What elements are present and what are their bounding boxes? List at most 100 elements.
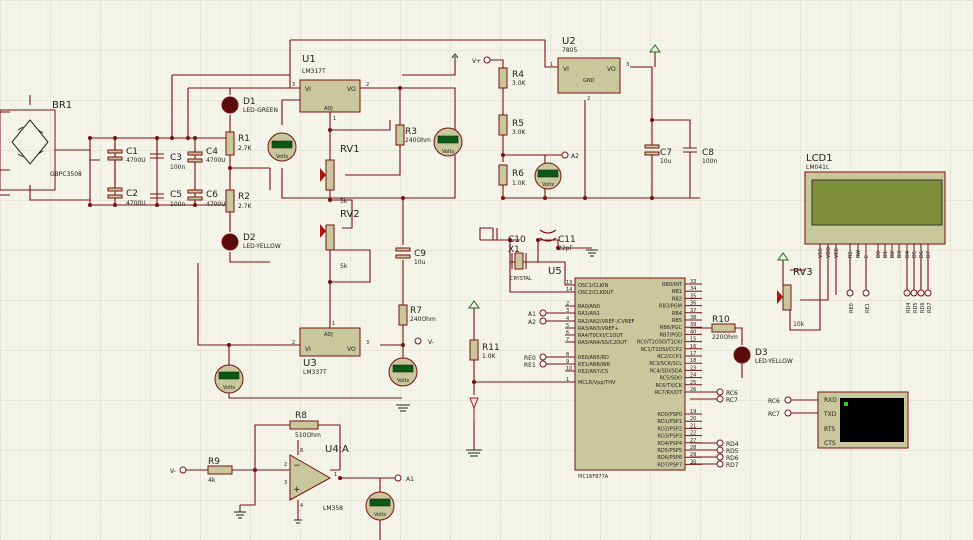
c5-ref: C5 [170,190,182,200]
rv1-ref: RV1 [340,144,360,155]
opamp-plus-sign: + [293,485,301,495]
pic-left-pin-name: OSC1/CLKIN [578,283,608,289]
voltmeter-5[interactable]: Volts [388,357,418,387]
u3-pin-adj: 1 [332,321,335,327]
d2-ref: D2 [243,233,256,243]
u2-pin-vi: 1 [550,62,553,68]
c11-value: 22pF [558,245,573,252]
voltmeter-1-label: Volts [276,154,288,160]
r8-value: 510Ohm [295,432,321,439]
virtual-terminal[interactable]: RXD TXD RTS CTS [817,391,909,449]
r6-ref: R6 [512,169,524,179]
net-vminus-left: V- [170,468,176,475]
pic-right-pin-name: RB2 [672,296,682,302]
lcd-pin-name: D0 [876,251,882,258]
resistor-r6[interactable]: R6 1.0K [498,164,527,187]
r1-ref: R1 [238,134,250,144]
r10-value: 220Ohm [712,334,738,341]
pic-right-pin-number: 17 [690,351,696,357]
pic-right-pin-number: 15 [690,337,696,343]
u1-vo-label: VO [347,86,356,93]
voltmeter-3[interactable]: Volts [534,162,562,190]
lcd-pin-name: D6 [919,251,925,258]
lcd-net-rd6: RD6 [920,302,926,313]
terminal-pin-txd: TXD [823,411,837,418]
resistor-r5[interactable]: R5 3.0K [498,114,527,136]
lcd-pin-name: D2 [890,251,896,258]
c7-value: 10u [660,158,672,165]
pic-left-pin-name: RA1/AN1 [578,311,600,317]
pic-right-pin-name: RD6/PSP6 [657,455,682,461]
pic-right-pin-number: 24 [690,373,696,379]
c5-value: 100n [170,201,185,208]
opamp-minus-sign: − [293,461,301,471]
net-rc6-term: RC6 [768,398,780,405]
lcd1-ref: LCD1 [806,153,833,164]
u1-value: LM317T [302,68,326,75]
pic-left-pin-name: RE2/AN7/CS [578,369,608,375]
net-rd5-pic: RD5 [726,448,739,455]
pic-right-pin-name: RD7/PSP7 [657,462,682,468]
net-rd7-pic: RD7 [726,462,739,469]
voltmeter-3-label: Volts [542,182,554,188]
pic-right-pin-number: 20 [690,416,696,422]
grid-coarse [0,0,973,540]
pic-right-pin-number: 30 [690,459,696,465]
resistor-r4[interactable]: R4 3.0K [498,67,527,89]
d3-value: LED-YELLOW [755,358,793,365]
pic-right-pin-number: 22 [690,431,696,437]
pic-right-pin-name: RD2/PSP2 [657,426,682,432]
terminal-screen [840,398,904,442]
r5-value: 3.0K [512,129,527,136]
voltmeter-1[interactable]: Volts [267,132,297,162]
pic-right-pin-number: 19 [690,409,696,415]
resistor-r11[interactable]: R11 1.0K [469,339,500,361]
pic-right-pin-number: 35 [690,293,696,299]
voltmeter-6[interactable]: Volts [365,491,395,521]
u2-pin-gnd: 2 [587,96,590,102]
terminal-pin-cts: CTS [824,440,836,447]
pic-right-pin-number: 25 [690,380,696,386]
pic-right-pin-number: 37 [690,308,696,314]
u2-vo-label: VO [607,66,616,73]
c1-value: 4700U [126,157,146,164]
pic-left-pin-number: 7 [566,337,569,343]
r8-ref: R8 [295,411,307,421]
u4-pin-out: 1 [334,472,337,478]
resistor-r1[interactable]: R1 2.7K [225,131,253,156]
u3-vo-label: VO [347,346,356,353]
lcd-pin-name: VDD [826,247,832,258]
u3-adj-label: ADJ [324,332,333,338]
u1-pin-vi: 3 [292,82,295,88]
x1-ref: X1 [508,245,520,255]
voltmeter-2-label: Volts [442,149,454,155]
lcd-pin-name: E [864,255,870,258]
pic-left-pin-number: 10 [566,366,572,372]
pic-left-pin-name: MCLR/Vpp/THV [578,380,616,386]
net-vplus-top: V+ [472,58,481,65]
r3-value: 240Ohm [405,137,431,144]
br1-value: GBPC3508 [50,171,82,178]
pic-right-pin-name: RD0/PSP0 [657,412,682,418]
x1-value: CRYSTAL [510,276,532,282]
lcd-net-re0: RE0 [849,303,855,313]
pic-left-pin-name: RA2/AN2/VREF-/CVREF [578,319,635,325]
pic-left-pin-name: OSC2/CLKOUT [578,290,614,296]
u2-pin-vo: 3 [626,62,629,68]
r3-ref: R3 [405,127,417,137]
u3-ref: U3 [303,358,317,369]
voltmeter-2[interactable]: Volts [433,127,463,157]
voltmeter-4[interactable]: Volts [214,364,244,394]
pic-left-pin-number: 5 [566,323,569,329]
pic-right-pin-name: RB0/INT [662,282,683,288]
lcd-pin-name: VSS [818,248,824,258]
u4-pin-inp: 3 [284,480,287,486]
resistor-r2[interactable]: R2 2.7K [225,189,253,213]
pic-left-pin-number: 4 [566,316,569,322]
d1-ref: D1 [243,97,256,107]
voltmeter-4-label: Volts [223,385,235,391]
u2-gnd-label: GND [583,78,595,84]
c4-ref: C4 [206,147,218,157]
pic-left-pin-name: RA3/AN3/VREF+ [578,326,619,332]
u4-ref: U4:A [325,444,349,455]
